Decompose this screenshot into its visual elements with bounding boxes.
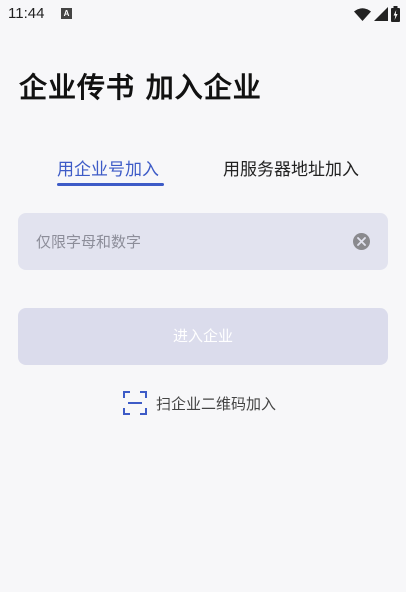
tab-join-by-server[interactable]: 用服务器地址加入 [223,155,359,180]
enterprise-code-field [18,213,388,270]
enterprise-code-input[interactable] [36,213,356,270]
qr-scan-icon [123,391,147,415]
notification-a-icon: A [61,8,72,19]
tab-active-indicator [57,183,164,186]
scan-qr-join-link[interactable]: 扫企业二维码加入 [123,391,276,415]
scan-qr-label: 扫企业二维码加入 [156,394,277,413]
clear-input-icon[interactable] [353,233,370,250]
status-bar: 11:44 A [0,0,406,28]
battery-icon [391,6,400,22]
status-time: 11:44 [8,5,45,22]
enter-enterprise-button[interactable]: 进入企业 [18,308,388,365]
signal-icon [374,7,388,21]
page-title: 企业传书 加入企业 [19,71,262,104]
status-icons [354,6,400,22]
wifi-icon [354,7,371,21]
tab-join-by-code[interactable]: 用企业号加入 [57,155,159,180]
